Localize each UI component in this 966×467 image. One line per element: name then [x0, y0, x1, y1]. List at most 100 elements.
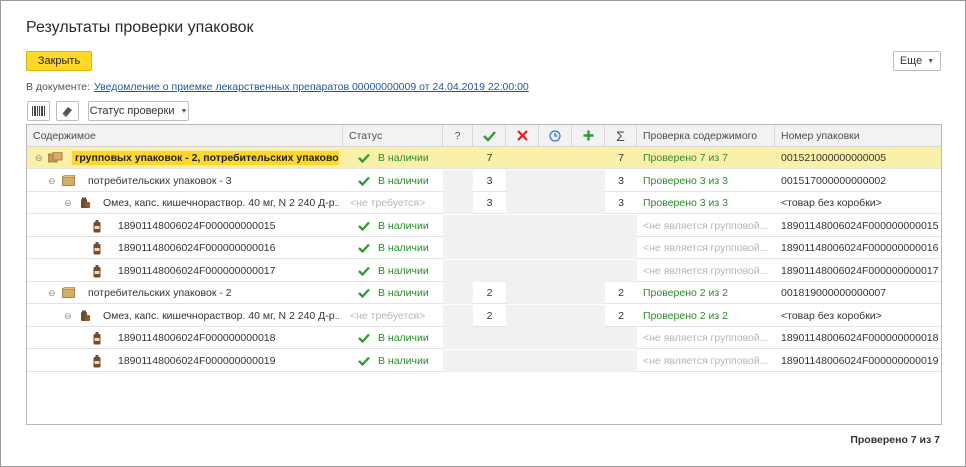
erase-button[interactable]: [56, 101, 79, 121]
row-name: Омез, капс. кишечнораствор. 40 мг, N 2 2…: [103, 309, 339, 322]
scan-barcode-button[interactable]: [27, 101, 50, 121]
chevron-down-icon: ▼: [927, 57, 935, 65]
row-total-count: 2: [618, 309, 624, 322]
table-row[interactable]: ⊖ потребительских упаковок - 3 В наличии 3 3…: [27, 169, 941, 192]
row-added-count: [572, 169, 605, 192]
row-content-check: <не является групповой...: [643, 332, 769, 344]
row-pack-number: 18901148006024F000000000019: [781, 354, 939, 367]
col-total[interactable]: Σ: [605, 125, 637, 147]
medicine-bottle-icon: [93, 264, 101, 281]
clock-icon: [549, 130, 561, 142]
page-title: Результаты проверки упаковок: [26, 19, 254, 36]
row-status-text: В наличии: [378, 219, 429, 232]
row-pack-number: 001819000000000007: [781, 287, 887, 299]
row-status: В наличии: [353, 282, 443, 304]
col-added[interactable]: [572, 125, 605, 147]
row-content-check: <не является групповой...: [643, 354, 769, 367]
col-ok[interactable]: [473, 125, 506, 147]
row-name: потребительских упаковок - 3: [88, 174, 232, 187]
packages-table[interactable]: Содержимое Статус ? Σ Проверка содержимо…: [26, 124, 942, 425]
col-pack-number[interactable]: Номер упаковки: [775, 125, 941, 147]
collapse-toggle-icon[interactable]: ⊖: [35, 147, 43, 169]
row-status-text: В наличии: [378, 287, 429, 299]
row-name: Омез, капс. кишечнораствор. 40 мг, N 2 2…: [103, 197, 339, 209]
col-content[interactable]: Содержимое: [27, 125, 343, 147]
row-total-count: 3: [618, 174, 624, 187]
row-content-check: Проверено 3 из 3: [643, 197, 728, 209]
checkmark-icon: [482, 131, 496, 142]
row-error-count: [506, 147, 539, 169]
row-counters-empty: [443, 349, 637, 372]
more-button[interactable]: Еще ▼: [893, 51, 941, 71]
plus-icon: [583, 130, 593, 141]
row-content: Омез, капс. кишечнораствор. 40 мг, N 2 2…: [103, 192, 339, 214]
col-question[interactable]: ?: [443, 125, 473, 147]
medicine-bottle-icon: [93, 219, 101, 236]
summary-text: Проверено 7 из 7: [850, 434, 940, 446]
row-total-count: 3: [618, 197, 624, 209]
row-pack-number: 001517000000000002: [781, 174, 887, 187]
row-pack-number: 18901148006024F000000000016: [781, 242, 939, 254]
table-row[interactable]: 18901148006024F000000000015 В наличии <не …: [27, 214, 941, 237]
collapse-toggle-icon[interactable]: ⊖: [64, 305, 72, 327]
row-content-check: <не является групповой...: [643, 242, 769, 254]
group-box-icon: [47, 151, 63, 166]
table-row[interactable]: 18901148006024F000000000018 В наличии <не …: [27, 327, 941, 349]
table-row[interactable]: ⊖ групповых упаковок - 2, потребительских…: [27, 147, 941, 169]
row-name: групповых упаковок - 2, потребительских …: [72, 151, 339, 165]
row-name: 18901148006024F000000000018: [118, 332, 276, 344]
row-status: <не требуется>: [350, 197, 426, 209]
row-error-count: [506, 304, 539, 327]
table-row[interactable]: ⊖ Омез, капс. кишечнораствор. 40 мг, N 2 …: [27, 304, 941, 327]
status-filter-dropdown[interactable]: Статус проверки ▼: [88, 101, 189, 121]
row-pending-count: [539, 282, 572, 304]
row-pack-number: 18901148006024F000000000015: [781, 219, 939, 232]
row-added-count: [572, 304, 605, 327]
col-status[interactable]: Статус: [343, 125, 443, 147]
row-total-count: 7: [618, 152, 624, 164]
row-content: 18901148006024F000000000015: [118, 215, 339, 237]
col-error[interactable]: [506, 125, 539, 147]
collapse-toggle-icon[interactable]: ⊖: [64, 192, 72, 214]
row-name: потребительских упаковок - 2: [88, 287, 232, 299]
row-counters-empty: [443, 214, 637, 237]
checkmark-icon: [358, 243, 370, 253]
col-pending[interactable]: [539, 125, 572, 147]
window-frame: Результаты проверки упаковок Закрыть Еще…: [0, 0, 966, 467]
row-name: 18901148006024F000000000015: [118, 219, 276, 232]
row-content-check: Проверено 2 из 2: [643, 287, 728, 299]
document-link[interactable]: Уведомление о приемке лекарственных преп…: [94, 81, 529, 93]
medicine-bottle-icon: [93, 242, 101, 258]
row-pack-number: 18901148006024F000000000018: [781, 332, 939, 344]
row-pack-number: <товар без коробки>: [781, 309, 882, 322]
row-status-text: В наличии: [378, 332, 429, 344]
box-icon: [62, 174, 76, 189]
row-pending-count: [539, 192, 572, 214]
row-question: [443, 192, 473, 214]
table-header: Содержимое Статус ? Σ Проверка содержимо…: [27, 125, 941, 147]
collapse-toggle-icon[interactable]: ⊖: [48, 282, 56, 304]
checkmark-icon: [358, 288, 370, 298]
table-row[interactable]: ⊖ потребительских упаковок - 2 В наличии 2 2…: [27, 282, 941, 304]
collapse-toggle-icon[interactable]: ⊖: [48, 170, 56, 192]
status-filter-label: Статус проверки: [89, 105, 175, 117]
row-content: групповых упаковок - 2, потребительских …: [72, 147, 339, 169]
row-content: 18901148006024F000000000018: [118, 327, 339, 349]
medicine-group-icon: [79, 197, 91, 212]
col-content-check[interactable]: Проверка содержимого: [637, 125, 775, 147]
table-row[interactable]: 18901148006024F000000000017 В наличии <не …: [27, 259, 941, 282]
medicine-bottle-icon: [93, 354, 101, 371]
close-button[interactable]: Закрыть: [26, 51, 92, 71]
row-ok-count: 3: [486, 174, 493, 187]
row-content-check: Проверено 3 из 3: [643, 174, 728, 187]
cross-icon: [516, 130, 528, 141]
table-row[interactable]: 18901148006024F000000000016 В наличии <не …: [27, 237, 941, 259]
table-row[interactable]: 18901148006024F000000000019 В наличии <не …: [27, 349, 941, 372]
row-content-check: <не является групповой...: [643, 264, 769, 277]
table-row[interactable]: ⊖ Омез, капс. кишечнораствор. 40 мг, N 2 …: [27, 192, 941, 214]
row-status-text: В наличии: [378, 174, 429, 187]
checkmark-icon: [358, 266, 370, 276]
row-content-check: Проверено 7 из 7: [643, 152, 728, 164]
row-status-text: В наличии: [378, 354, 429, 367]
row-status-text: В наличии: [378, 242, 429, 254]
